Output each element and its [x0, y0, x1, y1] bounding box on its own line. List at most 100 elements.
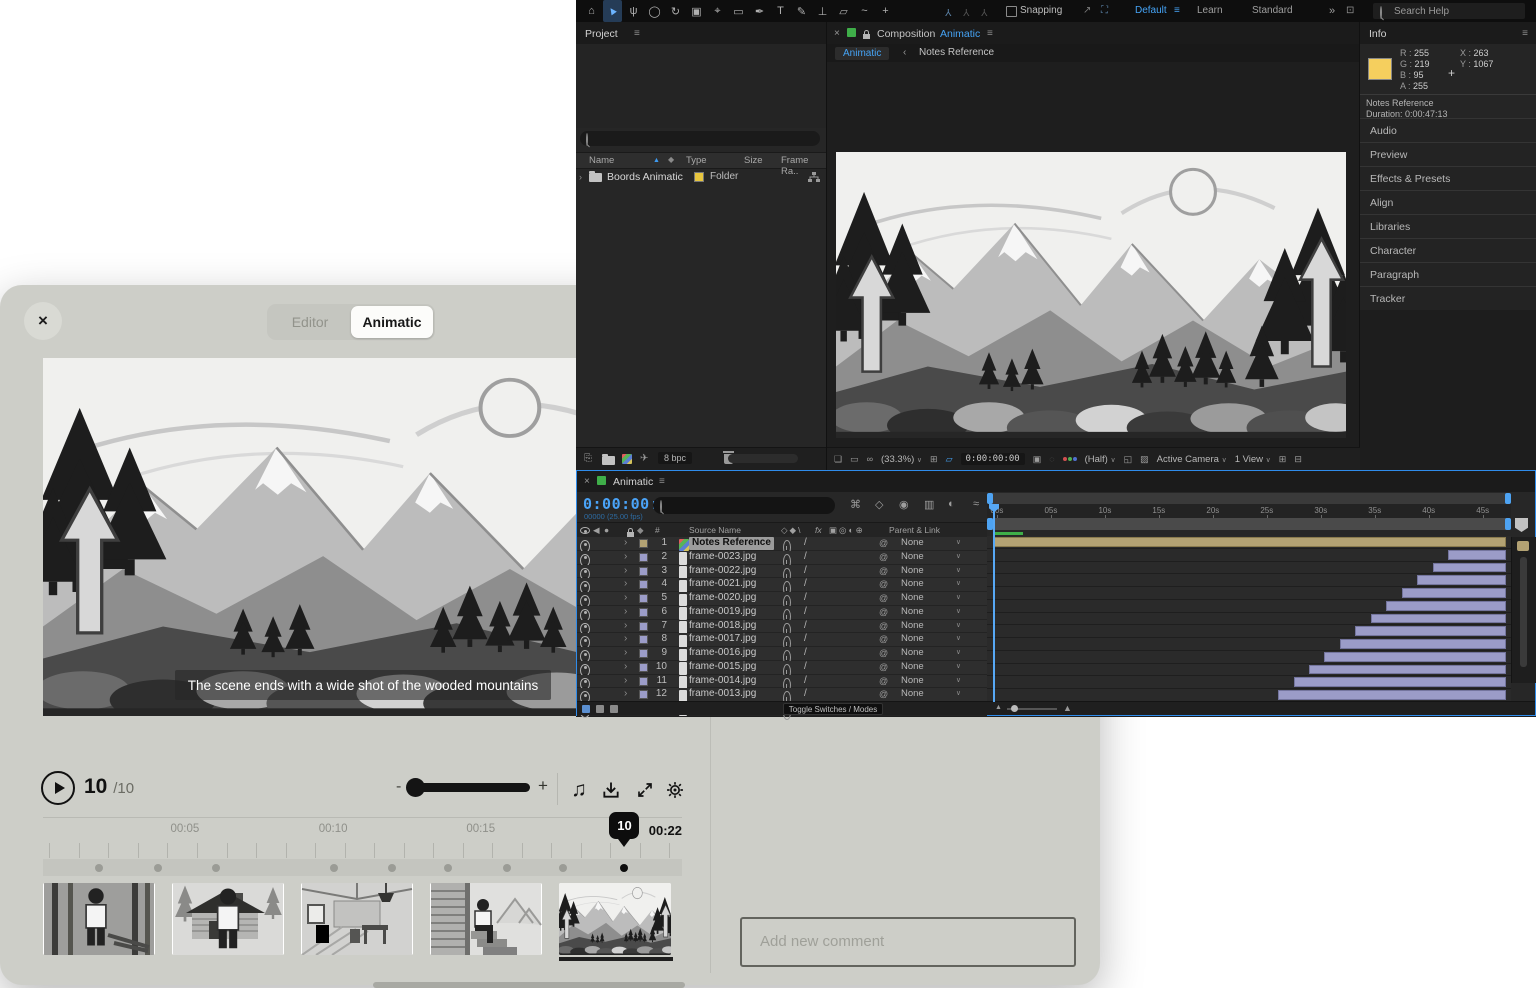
comp-mini-flowchart-icon[interactable]: ⌘ [850, 498, 861, 511]
snapshot-icon[interactable]: ▣ [1033, 454, 1042, 465]
quality-switch-icon[interactable]: / [804, 551, 807, 564]
expand-transform-icon[interactable] [610, 705, 618, 713]
main-monitor-icon[interactable]: ▭ [850, 454, 859, 465]
layer-row[interactable]: ›4frame-0021.jpg/@None∨ [577, 578, 987, 592]
source-name-column[interactable]: Source Name [689, 525, 741, 535]
parent-select[interactable]: None∨ [901, 675, 963, 688]
parent-select[interactable]: None∨ [901, 537, 963, 550]
parent-select[interactable]: None∨ [901, 606, 963, 619]
toggle-switches-button[interactable]: Toggle Switches / Modes [783, 703, 883, 715]
frame-dot[interactable] [95, 864, 103, 872]
local-axis-icon[interactable]: Y [945, 6, 952, 17]
view-axis-icon[interactable]: Y [981, 6, 988, 17]
track-row[interactable] [987, 638, 1511, 651]
label-swatch[interactable] [639, 608, 648, 617]
quality-switch-icon[interactable]: / [804, 592, 807, 605]
transparency-grid-icon[interactable]: ▨ [1140, 454, 1149, 465]
layer-row[interactable]: ›8frame-0017.jpg/@None∨ [577, 633, 987, 647]
layer-name[interactable]: frame-0016.jpg [689, 647, 756, 660]
side-panel-character[interactable]: Character [1360, 238, 1536, 262]
expand-arrow[interactable]: › [579, 172, 582, 182]
channels-icon[interactable] [1063, 457, 1077, 461]
bit-depth-button[interactable]: 8 bpc [658, 452, 692, 464]
expand-arrow[interactable]: › [624, 592, 627, 605]
side-panel-paragraph[interactable]: Paragraph [1360, 262, 1536, 286]
audio-column-icon[interactable]: ◀ [593, 525, 600, 536]
parent-select[interactable]: None∨ [901, 565, 963, 578]
quality-switch-icon[interactable]: / [804, 578, 807, 591]
side-panel-align[interactable]: Align [1360, 190, 1536, 214]
parent-select[interactable]: None∨ [901, 592, 963, 605]
frame-dot[interactable] [444, 864, 452, 872]
layer-row[interactable]: ›5frame-0020.jpg/@None∨ [577, 592, 987, 606]
pen-tool-icon[interactable]: ✒ [750, 0, 769, 22]
pickwhip-icon[interactable]: @ [879, 688, 888, 701]
label-swatch[interactable] [639, 553, 648, 562]
timeline-search-field[interactable] [653, 497, 835, 514]
workspace-learn[interactable]: Learn [1197, 5, 1223, 16]
quality-switch-icon[interactable]: / [804, 647, 807, 660]
frame-dot[interactable] [154, 864, 162, 872]
layer-duration-bar[interactable] [1386, 601, 1505, 611]
project-tab[interactable]: Project [585, 28, 618, 40]
solo-column-icon[interactable]: ● [604, 525, 609, 535]
tab-animatic[interactable]: Animatic [351, 306, 433, 338]
new-composition-icon[interactable] [622, 454, 632, 464]
col-size[interactable]: Size [744, 155, 762, 166]
motion-blur-icon[interactable]: ◐ [948, 498, 955, 510]
snap-scope-icon[interactable]: ⛶ [1101, 5, 1108, 16]
layer-row[interactable]: ›6frame-0019.jpg/@None∨ [577, 606, 987, 620]
view-layout-select[interactable]: Active Camera ∨ [1157, 454, 1227, 465]
track-row[interactable] [987, 562, 1511, 575]
parent-select[interactable]: None∨ [901, 578, 963, 591]
pickwhip-icon[interactable]: @ [879, 537, 888, 550]
always-preview-icon[interactable]: ❏ [834, 454, 842, 465]
layer-duration-bar[interactable] [1433, 563, 1506, 573]
label-swatch[interactable] [639, 622, 648, 631]
workspace-standard[interactable]: Standard [1252, 5, 1293, 16]
layer-duration-bar[interactable] [1294, 677, 1506, 687]
layer-name[interactable]: frame-0022.jpg [689, 565, 756, 578]
frame-dot[interactable] [388, 864, 396, 872]
timeline-zoom-knob[interactable] [1011, 705, 1018, 712]
quality-switch-icon[interactable]: / [804, 661, 807, 674]
breadcrumb-parent[interactable]: Notes Reference [919, 47, 994, 58]
breadcrumb-back-icon[interactable]: ‹ [903, 47, 906, 58]
track-row[interactable] [987, 676, 1511, 689]
thumbnail-mountain-wide[interactable] [559, 883, 671, 955]
label-column-icon[interactable]: ◆ [668, 155, 674, 164]
settings-button[interactable] [662, 777, 688, 803]
thumbnail-cabin-interior[interactable] [301, 883, 413, 955]
tab-editor[interactable]: Editor [269, 306, 351, 338]
panel-menu-icon[interactable]: ≡ [634, 28, 640, 39]
render-queue-icon[interactable] [582, 705, 590, 713]
animatic-timeline[interactable]: 00:22 00:0500:1000:1510 [43, 817, 682, 882]
download-button[interactable] [598, 777, 624, 803]
parent-select[interactable]: None∨ [901, 647, 963, 660]
layer-name[interactable]: frame-0013.jpg [689, 688, 756, 701]
layer-duration-bar[interactable] [1417, 575, 1506, 585]
label-swatch[interactable] [639, 690, 648, 699]
quality-switch-icon[interactable]: / [804, 633, 807, 646]
comment-input[interactable]: Add new comment [740, 917, 1076, 967]
zoom-in-mountain-icon[interactable]: ▲ [1063, 703, 1072, 713]
pickwhip-icon[interactable]: @ [879, 620, 888, 633]
snapping-checkbox[interactable] [1006, 6, 1017, 17]
vertical-scrollbar[interactable] [1511, 537, 1536, 683]
home-tool-icon[interactable]: ⌂ [582, 0, 601, 22]
thumbnail-porch-figure[interactable] [430, 883, 542, 955]
interpret-footage-icon[interactable]: ⎘ [584, 453, 592, 464]
pan-behind-tool-icon[interactable]: ⌖ [708, 0, 727, 22]
close-tab-icon[interactable]: × [834, 28, 840, 39]
parent-link-column[interactable]: Parent & Link [889, 525, 940, 535]
expand-arrow[interactable]: › [624, 661, 627, 674]
track-row[interactable] [987, 549, 1511, 562]
rotation-tool-icon[interactable]: ↻ [666, 0, 685, 22]
mirror-icon[interactable]: ∞ [867, 454, 873, 464]
layer-row[interactable]: ›11frame-0014.jpg/@None∨ [577, 675, 987, 689]
hand-tool-icon[interactable]: ψ [624, 0, 643, 22]
frame-dot[interactable] [330, 864, 338, 872]
side-panel-libraries[interactable]: Libraries [1360, 214, 1536, 238]
pickwhip-icon[interactable]: @ [879, 675, 888, 688]
marker-bin-icon[interactable] [1515, 518, 1528, 532]
